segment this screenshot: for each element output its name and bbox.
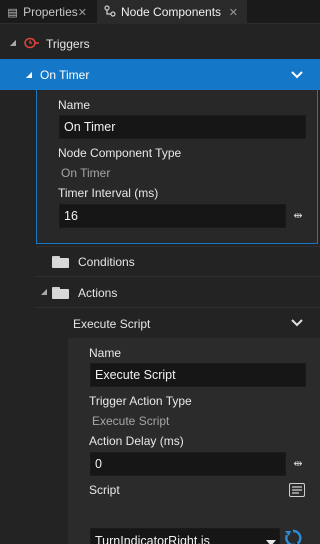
tree-item-conditions[interactable]: Conditions <box>0 246 320 276</box>
script-editor-icon[interactable] <box>289 483 305 497</box>
script-select-value: TurnIndicatorRight.js <box>95 534 210 544</box>
dropdown-arrow-icon[interactable] <box>266 536 276 544</box>
on-timer-header-label: On Timer <box>40 68 90 82</box>
drag-value-icon[interactable]: ⇹ <box>289 459 307 470</box>
expand-arrow-icon[interactable]: ◢ <box>8 38 18 48</box>
chevron-down-icon[interactable] <box>290 68 304 82</box>
execute-script-properties: Name Execute Script Trigger Action Type … <box>68 338 320 544</box>
chevron-down-icon[interactable] <box>290 316 304 330</box>
tab-properties[interactable]: ▤ Properties ✕ <box>0 0 96 24</box>
script-select[interactable]: TurnIndicatorRight.js <box>90 528 280 544</box>
close-icon[interactable]: ✕ <box>229 6 238 19</box>
type-value: On Timer <box>61 166 111 180</box>
type-label: Node Component Type <box>58 146 182 160</box>
trigger-icon <box>24 36 40 50</box>
name-field[interactable]: On Timer <box>59 115 306 139</box>
tab-bar: ▤ Properties ✕ Node Components ✕ <box>0 0 320 24</box>
triggers-label: Triggers <box>46 37 90 51</box>
conditions-label: Conditions <box>78 255 135 269</box>
script-label: Script <box>89 483 120 497</box>
folder-icon <box>52 287 69 299</box>
name-field[interactable]: Execute Script <box>90 363 306 387</box>
trigger-action-type-value: Execute Script <box>92 414 170 428</box>
actions-label: Actions <box>78 286 118 300</box>
name-label: Name <box>58 98 91 112</box>
name-label: Name <box>89 346 122 360</box>
drag-value-icon[interactable]: ⇹ <box>289 211 307 222</box>
expand-arrow-icon[interactable]: ◢ <box>39 287 49 297</box>
close-icon[interactable]: ✕ <box>78 6 87 19</box>
trigger-action-type-label: Trigger Action Type <box>89 394 192 408</box>
on-timer-properties: Name On Timer Node Component Type On Tim… <box>36 90 318 244</box>
timer-interval-field[interactable]: 16 <box>59 204 286 228</box>
timer-interval-label: Timer Interval (ms) <box>58 186 159 200</box>
folder-icon <box>52 256 69 268</box>
execute-script-header[interactable]: Execute Script <box>0 308 320 338</box>
tab-node-components-label: Node Components <box>121 5 222 19</box>
node-components-panel: ◢ Triggers ◢ On Timer Name On Timer Node… <box>0 25 320 544</box>
on-timer-header[interactable]: ◢ On Timer <box>0 59 320 90</box>
properties-icon: ▤ <box>7 6 18 19</box>
node-components-icon <box>102 4 118 20</box>
execute-script-header-label: Execute Script <box>73 317 151 331</box>
tab-properties-label: Properties <box>23 5 78 19</box>
expand-arrow-icon[interactable]: ◢ <box>24 70 34 80</box>
tree-item-actions[interactable]: ◢ Actions <box>0 277 320 307</box>
action-delay-field[interactable]: 0 <box>90 452 286 476</box>
tab-node-components[interactable]: Node Components ✕ <box>97 0 247 24</box>
action-delay-label: Action Delay (ms) <box>89 434 184 448</box>
tree-item-triggers[interactable]: ◢ Triggers <box>0 28 320 58</box>
